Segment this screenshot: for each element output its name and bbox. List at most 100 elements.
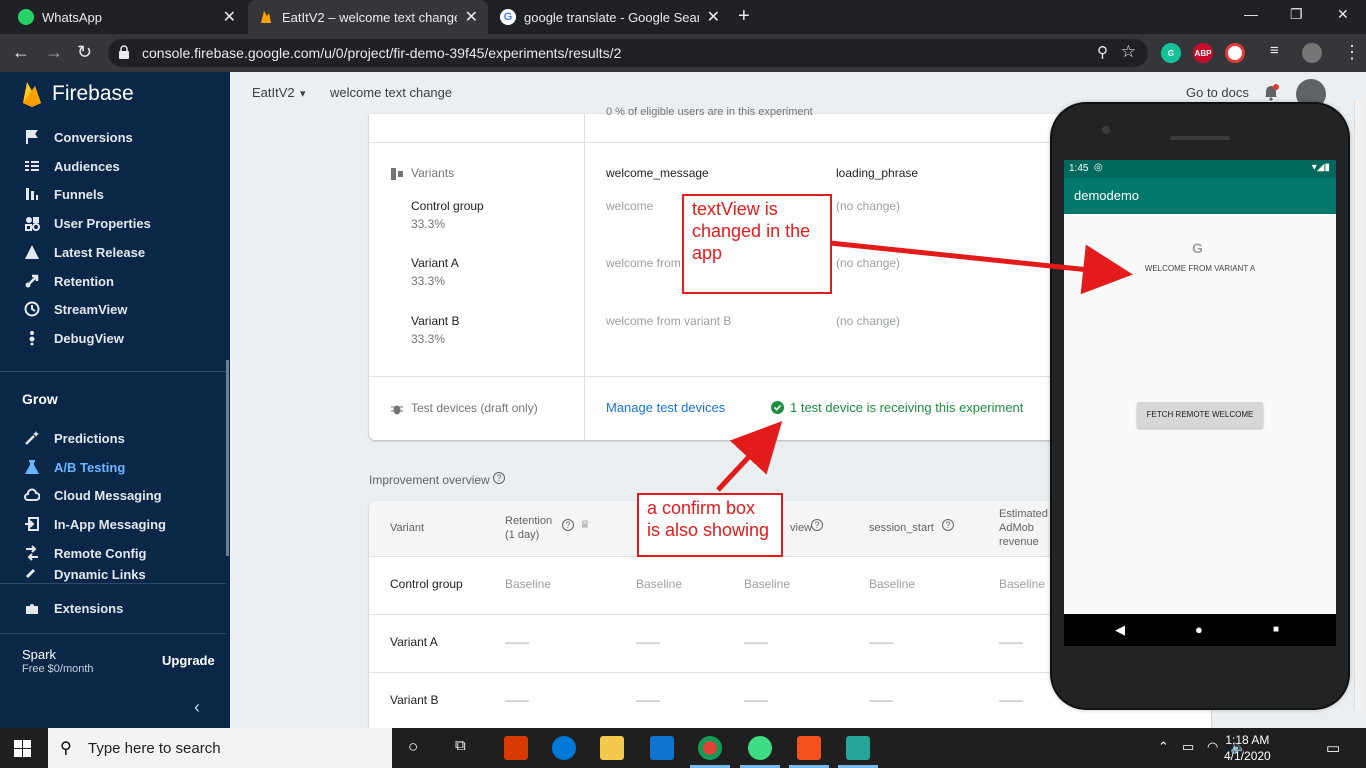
nav-home-icon[interactable]: ● bbox=[1195, 622, 1203, 637]
sidebar-item-user-properties[interactable]: User Properties bbox=[0, 209, 226, 237]
tab-title: EatItV2 – welcome text change – bbox=[282, 9, 457, 25]
close-tab-icon[interactable]: ✕ bbox=[707, 7, 720, 27]
page-scrollbar[interactable] bbox=[1354, 100, 1364, 710]
param-loading-phrase: loading_phrase bbox=[836, 166, 919, 180]
clock-icon bbox=[24, 301, 40, 317]
office-icon[interactable] bbox=[504, 736, 528, 760]
variant-percent: 33.3% bbox=[411, 217, 446, 231]
taskbar-clock[interactable]: 1:18 AM 4/1/2020 bbox=[1224, 732, 1271, 764]
nav-recents-icon[interactable]: ■ bbox=[1273, 624, 1279, 635]
sidebar-item-ab-testing[interactable]: A/B Testing bbox=[0, 453, 226, 481]
variants-icon bbox=[391, 168, 403, 180]
zoom-icon[interactable]: ⚲ bbox=[1097, 43, 1108, 61]
tab-firebase[interactable]: EatItV2 – welcome text change – ✕ bbox=[248, 0, 488, 34]
sidebar-item-dynamic-links[interactable]: Dynamic Links bbox=[0, 567, 226, 582]
profile-avatar[interactable] bbox=[1302, 43, 1322, 63]
sidebar-item-label: Cloud Messaging bbox=[54, 487, 162, 503]
help-icon[interactable]: ? bbox=[562, 519, 574, 531]
notification-center-icon[interactable]: ▭ bbox=[1326, 739, 1340, 757]
new-tab-button[interactable]: + bbox=[738, 5, 750, 28]
emulator-app-icon[interactable] bbox=[846, 736, 870, 760]
help-icon[interactable]: ? bbox=[493, 472, 505, 484]
close-tab-icon[interactable]: ✕ bbox=[465, 7, 478, 27]
chrome-icon[interactable] bbox=[698, 736, 722, 760]
table-cell: Baseline bbox=[744, 577, 791, 591]
task-view-icon[interactable]: ⧉ bbox=[455, 737, 466, 754]
sidebar-item-debugview[interactable]: DebugView bbox=[0, 324, 226, 352]
pokeball-extension-icon[interactable] bbox=[1225, 43, 1245, 63]
sidebar-item-in-app-messaging[interactable]: In-App Messaging bbox=[0, 510, 226, 538]
sidebar-item-label: StreamView bbox=[54, 301, 128, 317]
tab-google-search[interactable]: G google translate - Google Search ✕ bbox=[490, 0, 730, 34]
chevron-down-icon[interactable]: ▾ bbox=[300, 87, 306, 100]
column-header: Estimated AdMob revenue bbox=[999, 508, 1048, 548]
sidebar-item-latest-release[interactable]: Latest Release bbox=[0, 238, 226, 266]
sidebar-item-label: Latest Release bbox=[54, 244, 146, 260]
bookmark-star-icon[interactable]: ☆ bbox=[1121, 42, 1136, 62]
menu-icon[interactable]: ⋮ bbox=[1343, 42, 1361, 63]
sidebar-item-audiences[interactable]: Audiences bbox=[0, 152, 226, 180]
tray-chevron-icon[interactable]: ⌃ bbox=[1158, 739, 1169, 755]
cortana-icon[interactable]: ○ bbox=[408, 737, 418, 757]
sidebar-item-funnels[interactable]: Funnels bbox=[0, 180, 226, 208]
address-bar[interactable]: console.firebase.google.com/u/0/project/… bbox=[108, 39, 1148, 67]
reload-icon[interactable]: ↻ bbox=[77, 42, 92, 63]
column-header: session_start bbox=[869, 522, 934, 534]
sidebar-item-remote-config[interactable]: Remote Config bbox=[0, 539, 226, 567]
user-properties-icon bbox=[25, 217, 40, 231]
go-to-docs-link[interactable]: Go to docs bbox=[1186, 85, 1249, 100]
restore-icon[interactable]: ❐ bbox=[1290, 6, 1303, 23]
variant-percent: 33.3% bbox=[411, 274, 446, 288]
sidebar-item-extensions[interactable]: Extensions bbox=[0, 594, 226, 622]
bell-icon[interactable] bbox=[1262, 83, 1280, 101]
help-icon[interactable]: ? bbox=[811, 519, 823, 531]
file-explorer-icon[interactable] bbox=[600, 736, 624, 760]
collapse-sidebar-icon[interactable]: ‹ bbox=[194, 697, 200, 718]
android-nav-bar: ◀ ● ■ bbox=[1064, 614, 1336, 646]
adblock-icon[interactable]: ABP bbox=[1193, 43, 1213, 63]
project-selector[interactable]: EatItV2 bbox=[252, 85, 295, 100]
firebase-brand[interactable]: Firebase bbox=[0, 72, 230, 114]
windows-start-icon[interactable] bbox=[14, 740, 31, 757]
tab-title: WhatsApp bbox=[42, 9, 102, 25]
table-row-name: Control group bbox=[390, 577, 463, 591]
sidebar-item-predictions[interactable]: Predictions bbox=[0, 424, 226, 452]
sidebar-item-retention[interactable]: Retention bbox=[0, 267, 226, 295]
sidebar-scrollbar[interactable] bbox=[226, 360, 229, 556]
variant-value: welcome bbox=[606, 199, 654, 213]
sidebar-item-streamview[interactable]: StreamView bbox=[0, 295, 226, 323]
sidebar-item-conversions[interactable]: Conversions bbox=[0, 123, 226, 151]
upgrade-button[interactable]: Upgrade bbox=[162, 653, 215, 668]
help-icon[interactable]: ? bbox=[942, 519, 954, 531]
grammarly-icon[interactable]: G bbox=[1161, 43, 1181, 63]
manage-test-devices-link[interactable]: Manage test devices bbox=[606, 400, 725, 415]
link-icon bbox=[25, 568, 36, 579]
whatsapp-icon bbox=[18, 9, 34, 25]
close-tab-icon[interactable]: ✕ bbox=[223, 7, 236, 27]
android-studio-icon[interactable] bbox=[748, 736, 772, 760]
fetch-remote-welcome-button[interactable]: FETCH REMOTE WELCOME bbox=[1137, 402, 1263, 428]
phone-camera bbox=[1102, 126, 1110, 134]
variant-name: Control group bbox=[411, 199, 484, 213]
puzzle-icon bbox=[26, 604, 38, 614]
recorder-app-icon[interactable] bbox=[797, 736, 821, 760]
android-status-bar: 1:45 ◎ ▾◢▮ bbox=[1064, 160, 1336, 178]
battery-icon[interactable]: ▭ bbox=[1182, 739, 1194, 755]
variant-value: (no change) bbox=[836, 256, 901, 270]
minimize-icon[interactable]: — bbox=[1244, 6, 1258, 22]
taskbar-search-box[interactable]: ⚲ Type here to search bbox=[48, 728, 392, 768]
phone-screen: 1:45 ◎ ▾◢▮ demodemo G WELCOME FROM VARIA… bbox=[1064, 160, 1336, 646]
tab-whatsapp[interactable]: WhatsApp ✕ bbox=[8, 0, 246, 34]
media-queue-icon[interactable]: ≡ bbox=[1270, 42, 1279, 59]
test-device-status: 1 test device is receiving this experime… bbox=[790, 400, 1024, 415]
forward-icon[interactable]: → bbox=[45, 42, 63, 63]
mail-icon[interactable] bbox=[650, 736, 674, 760]
signal-battery-icon: ▾◢▮ bbox=[1311, 162, 1330, 173]
back-icon[interactable]: ← bbox=[12, 42, 30, 63]
wifi-icon[interactable]: ◠ bbox=[1207, 739, 1218, 755]
sidebar-item-cloud-messaging[interactable]: Cloud Messaging bbox=[0, 481, 226, 509]
close-window-icon[interactable]: ✕ bbox=[1337, 6, 1349, 23]
nav-back-icon[interactable]: ◀ bbox=[1115, 622, 1125, 638]
table-cell: Baseline bbox=[999, 577, 1046, 591]
edge-icon[interactable] bbox=[552, 736, 576, 760]
